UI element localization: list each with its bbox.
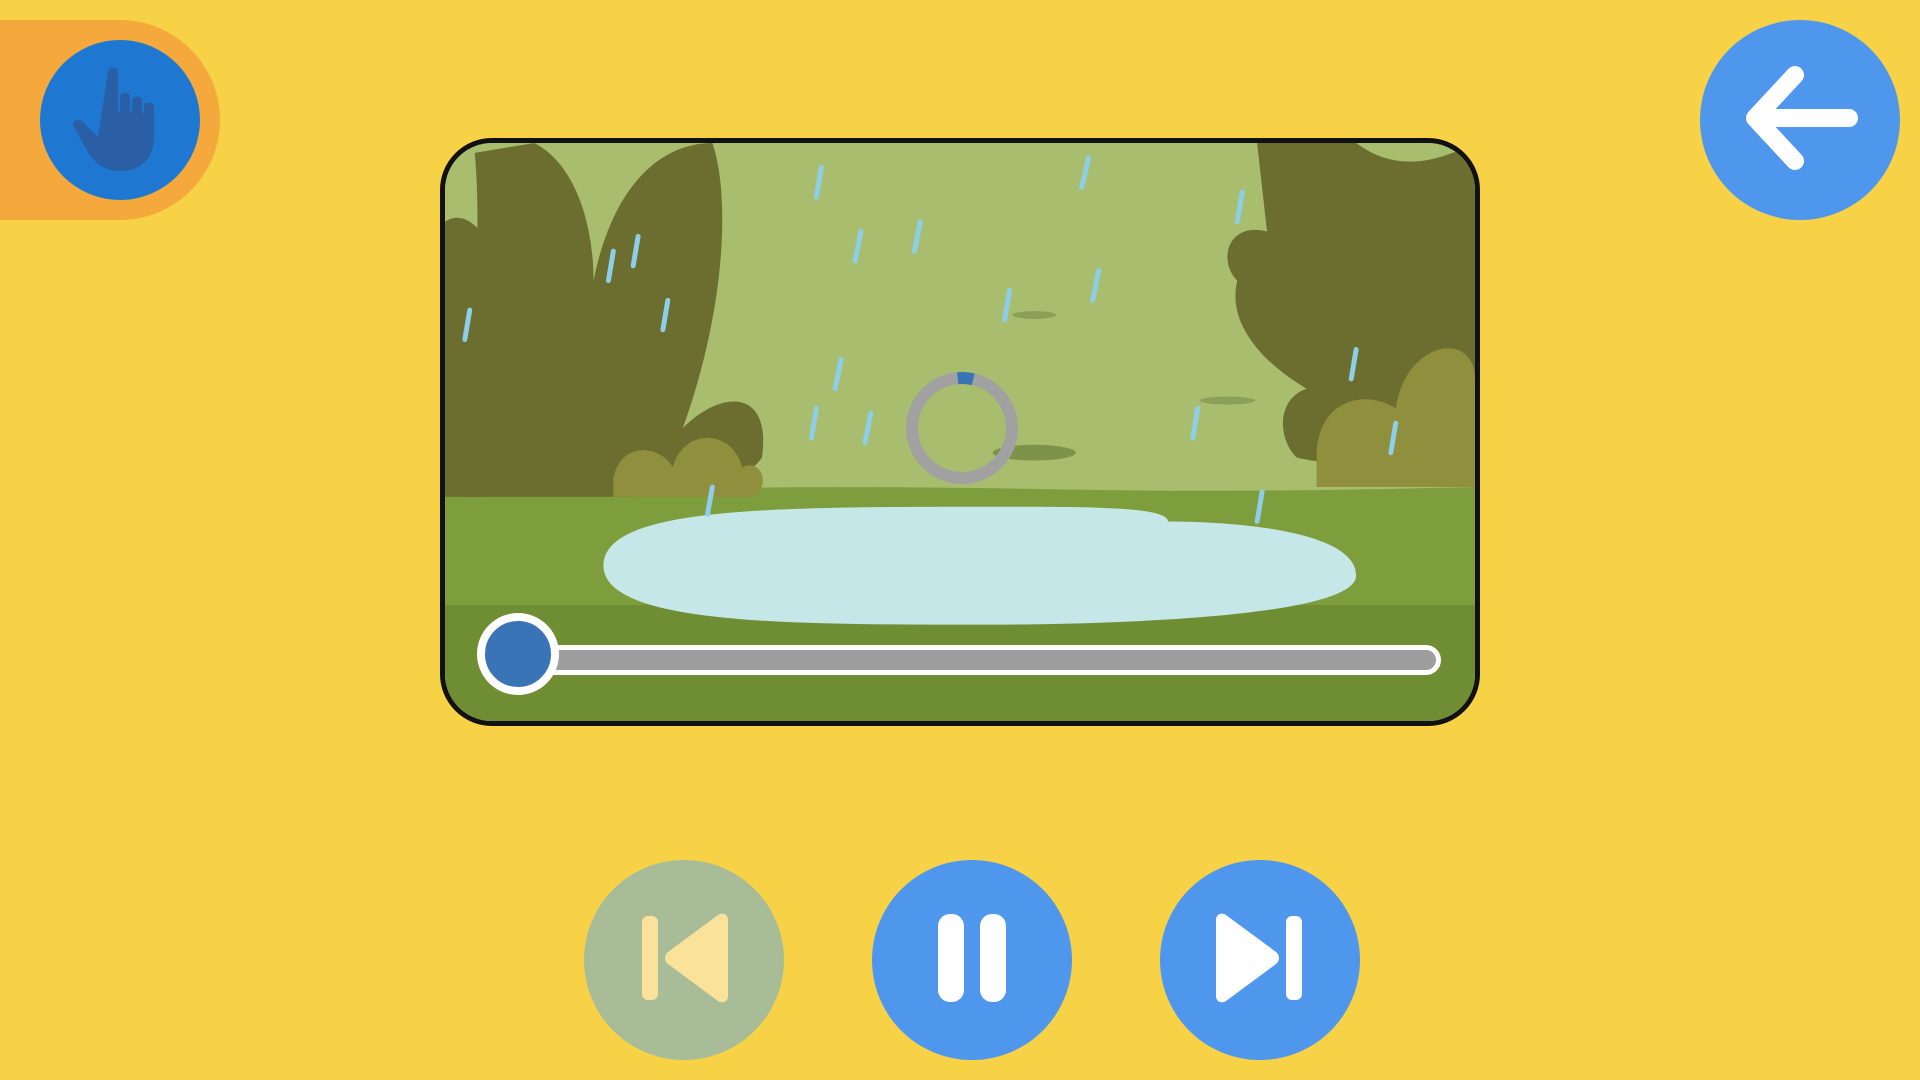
loading-spinner (906, 372, 1018, 484)
previous-button[interactable] (584, 860, 784, 1060)
skip-next-icon (1200, 898, 1320, 1023)
video-player-screen (0, 0, 1920, 1080)
progress-thumb[interactable] (477, 613, 559, 695)
pause-icon (912, 898, 1032, 1023)
pointing-hand-icon (60, 58, 180, 183)
next-button[interactable] (1160, 860, 1360, 1060)
video-frame[interactable] (440, 138, 1480, 726)
skip-previous-icon (624, 898, 744, 1023)
arrow-left-icon (1725, 43, 1875, 198)
progress-slider[interactable] (491, 645, 1441, 675)
interaction-mode-button[interactable] (40, 40, 200, 200)
back-button[interactable] (1700, 20, 1900, 220)
pause-button[interactable] (872, 860, 1072, 1060)
